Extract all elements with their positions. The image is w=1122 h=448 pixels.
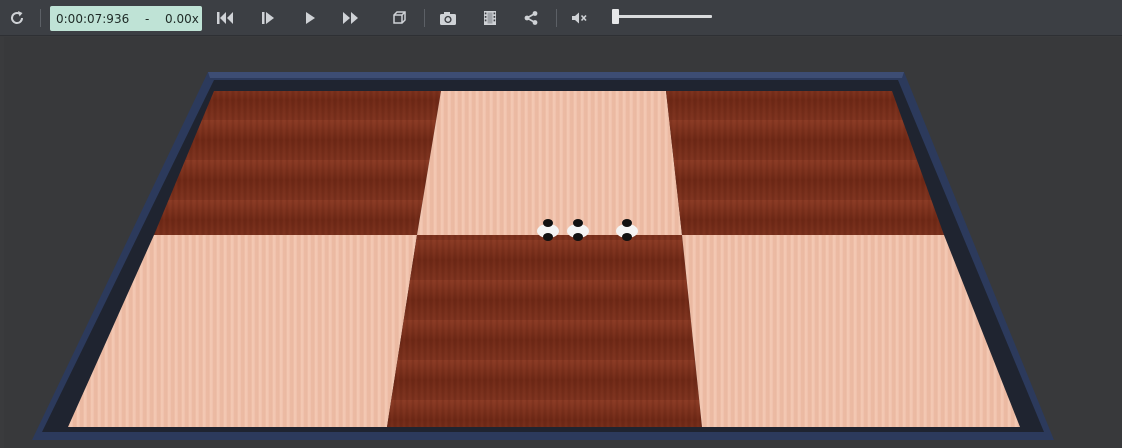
arena-scene [32,72,1054,440]
share-icon[interactable] [519,6,543,30]
volume-slider-track[interactable] [614,15,712,18]
floor-tile-light [417,91,682,235]
skip-to-start-icon[interactable] [213,6,237,30]
floor-tile-dark [387,235,702,427]
playback-time-display: 0:00:07:936 - 0.00x [50,6,202,31]
toolbar-separator [424,9,425,27]
speed-text: 0.00x [165,12,199,26]
step-forward-icon[interactable] [256,6,280,30]
arena-border-highlight [208,72,904,78]
camera-screenshot-icon[interactable] [436,6,460,30]
fast-forward-icon[interactable] [339,6,363,30]
3d-view-cube-icon[interactable] [387,6,411,30]
volume-slider-thumb[interactable] [612,9,619,24]
mute-icon[interactable] [567,6,591,30]
toolbar-separator [556,9,557,27]
refresh-icon[interactable] [5,6,29,30]
timestamp-text: 0:00:07:936 [56,12,130,26]
3d-scene-viewport[interactable] [4,37,1122,448]
toolbar-separator [40,9,41,27]
film-record-icon[interactable] [478,6,502,30]
volume-slider[interactable] [608,8,716,28]
player-toolbar: 0:00:07:936 - 0.00x [0,0,1122,36]
time-separator: - [145,12,150,26]
simulation-player-window: 0:00:07:936 - 0.00x [0,0,1122,448]
play-icon[interactable] [298,6,322,30]
